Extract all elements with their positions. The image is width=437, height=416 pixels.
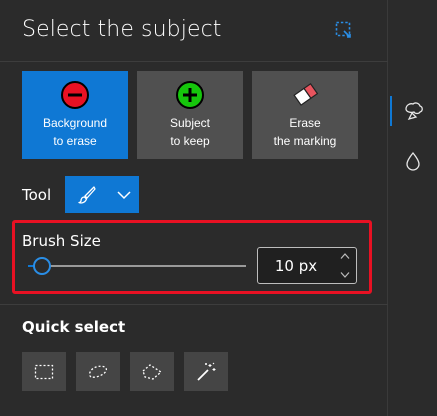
brush-size-input[interactable]: 10 px: [257, 247, 357, 284]
tool-chevron[interactable]: [109, 176, 139, 213]
chevron-down-icon[interactable]: [340, 271, 350, 279]
lasso-select-button[interactable]: [76, 352, 120, 391]
eraser-icon: [293, 82, 319, 106]
mode-label-line1: Subject: [169, 116, 211, 130]
mode-label-line1: Background: [42, 116, 108, 130]
tool-dropdown[interactable]: [65, 176, 139, 213]
quick-select-label: Quick select: [22, 318, 126, 336]
chevron-up-icon[interactable]: [340, 252, 350, 260]
minus-circle-red-icon: [61, 81, 89, 109]
brush-size-value: 10 px: [274, 257, 318, 275]
mode-label-line2: to keep: [170, 134, 210, 148]
subject-to-keep-button[interactable]: Subject to keep: [137, 71, 243, 159]
brush-icon: [78, 185, 96, 204]
tool-label: Tool: [22, 186, 52, 204]
rectangle-select-button[interactable]: [22, 352, 66, 391]
rectangle-select-icon: [34, 364, 54, 379]
background-to-erase-button[interactable]: Background to erase: [22, 71, 128, 159]
panel-title: Select the subject: [22, 17, 222, 42]
lasso-select-icon: [89, 365, 108, 378]
erase-marking-button[interactable]: Erase the marking: [252, 71, 358, 159]
panel-header: Select the subject: [0, 0, 388, 62]
mode-label-line1: Erase: [289, 116, 321, 130]
chevron-down-icon: [117, 190, 131, 199]
magic-wand-button[interactable]: [184, 352, 228, 391]
brush-size-slider-track[interactable]: [28, 265, 246, 267]
mode-label-line2: to erase: [53, 134, 97, 148]
mode-label-line2: the marking: [273, 134, 337, 148]
brush-size-slider-thumb[interactable]: [32, 257, 51, 275]
plus-circle-green-icon: [176, 81, 204, 109]
magic-wand-icon: [197, 362, 216, 381]
section-divider: [0, 304, 388, 305]
side-panel-selection-indicator: [390, 96, 392, 126]
polygon-select-icon: [142, 363, 163, 380]
brush-tool-button[interactable]: [65, 176, 109, 213]
polygon-select-button[interactable]: [130, 352, 174, 391]
side-panel: [388, 0, 437, 416]
brush-size-label: Brush Size: [22, 232, 101, 250]
color-drop-icon[interactable]: [402, 150, 424, 172]
selection-dashed-icon[interactable]: [334, 20, 354, 40]
subject-select-icon[interactable]: [402, 100, 424, 122]
select-subject-panel: Select the subject Background to erase S…: [0, 0, 388, 416]
